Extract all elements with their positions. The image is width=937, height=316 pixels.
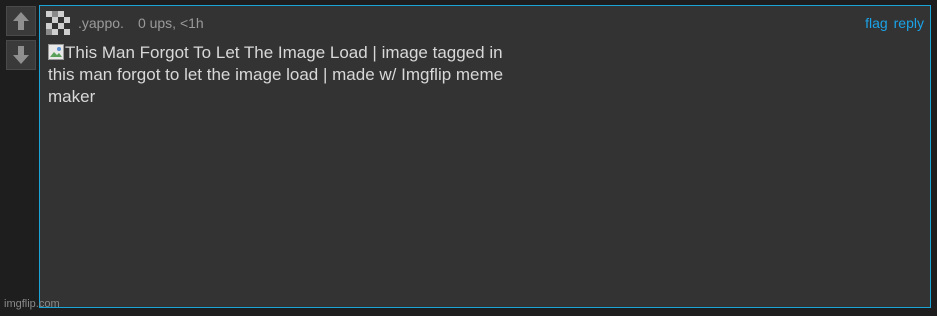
vote-controls — [6, 6, 36, 72]
comment-page: .yappo. 0 ups, <1h flag reply This Man F… — [0, 0, 937, 316]
imgflip-watermark: imgflip.com — [4, 298, 60, 310]
broken-image-alt-text[interactable]: This Man Forgot To Let The Image Load | … — [48, 43, 503, 106]
downvote-button[interactable] — [6, 40, 36, 70]
comment-header: .yappo. 0 ups, <1h flag reply — [44, 9, 924, 37]
reply-link[interactable]: reply — [894, 15, 924, 31]
arrow-up-icon — [13, 12, 29, 30]
comment-username[interactable]: .yappo. — [78, 15, 124, 31]
comment-body: This Man Forgot To Let The Image Load | … — [48, 42, 508, 108]
upvote-button[interactable] — [6, 6, 36, 36]
comment-box: .yappo. 0 ups, <1h flag reply This Man F… — [39, 5, 931, 308]
comment-actions: flag reply — [865, 15, 924, 31]
arrow-down-icon — [13, 46, 29, 64]
comment-meta: 0 ups, <1h — [137, 15, 204, 31]
broken-image-icon — [48, 44, 64, 60]
flag-link[interactable]: flag — [865, 15, 888, 31]
pixel-avatar-icon[interactable] — [44, 9, 72, 37]
